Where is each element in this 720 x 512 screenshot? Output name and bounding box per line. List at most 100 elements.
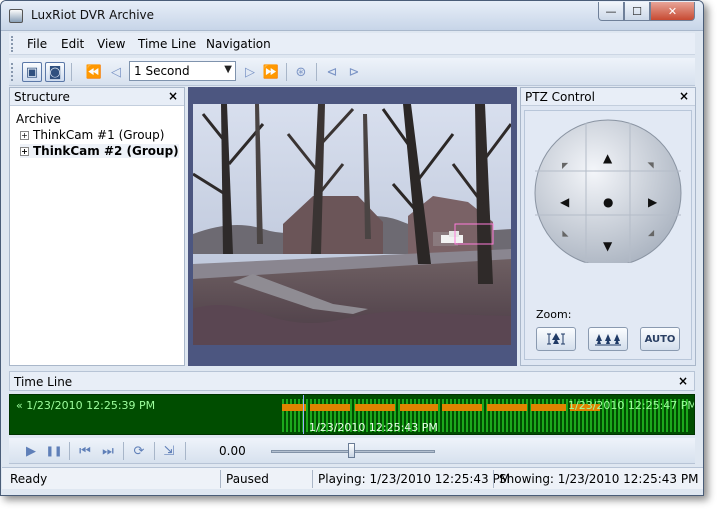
activity-stripe — [526, 399, 528, 432]
loop-icon[interactable]: ⟳ — [129, 441, 149, 461]
camera-video-frame[interactable] — [193, 104, 511, 345]
activity-stripe — [298, 399, 300, 432]
tree-group-2[interactable]: + ThinkCam #2 (Group) — [20, 144, 179, 158]
status-playing: Playing: 1/23/2010 12:25:43 PM — [318, 472, 511, 486]
structure-close-icon[interactable]: × — [168, 89, 178, 103]
activity-stripe — [486, 399, 488, 432]
maximize-button[interactable]: ☐ — [624, 2, 650, 21]
timeline-start-label[interactable]: « 1/23/2010 12:25:39 PM — [16, 399, 155, 412]
ptz-left-icon[interactable]: ◀ — [560, 195, 569, 209]
timeline-end-label[interactable]: 1/23/2010 12:25:47 PM » — [568, 399, 694, 412]
playback-separator — [69, 442, 70, 460]
playback-position: 0.00 — [219, 444, 246, 458]
pause-icon[interactable]: ❚❚ — [44, 441, 64, 461]
menu-edit[interactable]: Edit — [61, 37, 84, 51]
activity-stripe — [466, 399, 468, 432]
menu-view[interactable]: View — [97, 37, 125, 51]
speed-select[interactable]: 1 Second ▼ — [129, 61, 236, 81]
activity-stripe — [510, 399, 512, 432]
ptz-down-right-icon[interactable]: ◤ — [648, 229, 654, 238]
motion-segment — [355, 404, 395, 411]
ptz-up-left-icon[interactable]: ◤ — [562, 161, 568, 170]
multi-view-icon[interactable]: ◙ — [45, 62, 65, 82]
tree-group-label: ThinkCam #1 (Group) — [33, 128, 165, 142]
menu-file[interactable]: File — [27, 37, 47, 51]
menu-navigation[interactable]: Navigation — [206, 37, 271, 51]
zoom-out-icon — [595, 334, 621, 346]
expand-icon[interactable]: + — [20, 131, 29, 140]
step-forward-icon[interactable]: ▷ — [240, 62, 260, 82]
export-icon[interactable]: ⇲ — [159, 441, 179, 461]
ptz-down-icon[interactable]: ▼ — [603, 239, 612, 253]
zoom-in-button[interactable] — [536, 327, 576, 351]
tree-root-archive[interactable]: Archive — [16, 112, 61, 126]
playback-separator — [123, 442, 124, 460]
play-icon[interactable]: ▶ — [21, 441, 41, 461]
toolbar: ▣ ◙ ⏪ ◁ 1 Second ▼ ▷ ⏩ ⊛ ⊲ ⊳ — [9, 58, 695, 86]
zoom-in-icon — [547, 333, 565, 345]
structure-panel: Structure × Archive + ThinkCam #1 (Group)… — [9, 87, 185, 366]
next-frame-icon[interactable]: ⏭ — [98, 441, 118, 461]
activity-stripe — [522, 399, 524, 432]
timeline-cursor[interactable] — [303, 395, 304, 434]
video-area — [188, 87, 517, 366]
activity-stripe — [290, 399, 292, 432]
activity-stripe — [498, 399, 500, 432]
previous-frame-icon[interactable]: ⏮ — [75, 441, 95, 461]
toolbar-grip[interactable] — [11, 63, 14, 81]
activity-stripe — [502, 399, 504, 432]
playback-separator — [154, 442, 155, 460]
ptz-down-left-icon[interactable]: ◤ — [561, 230, 570, 236]
ptz-home-icon[interactable]: ● — [603, 195, 613, 209]
tree-group-1[interactable]: + ThinkCam #1 (Group) — [20, 128, 164, 142]
expand-icon[interactable]: + — [20, 147, 29, 156]
ptz-header: PTZ Control × — [521, 88, 695, 106]
camera-scene-image — [193, 104, 511, 345]
playback-bar: ▶ ❚❚ ⏮ ⏭ ⟳ ⇲ 0.00 — [9, 438, 695, 464]
status-divider — [312, 470, 313, 488]
ptz-right-icon[interactable]: ▶ — [648, 195, 657, 209]
timeline-track[interactable]: « 1/23/2010 12:25:39 PM 1/23/2010 12:25:… — [9, 394, 695, 435]
activity-stripe — [438, 399, 440, 432]
activity-stripe — [506, 399, 508, 432]
ptz-up-icon[interactable]: ▲ — [603, 151, 612, 165]
playback-slider-thumb[interactable] — [348, 443, 355, 458]
camera-icon[interactable]: ⊛ — [291, 62, 311, 82]
menu-bar: File Edit View Time Line Navigation — [9, 33, 695, 55]
timeline-close-icon[interactable]: × — [678, 374, 688, 388]
activity-stripe — [490, 399, 492, 432]
activity-stripe — [482, 399, 484, 432]
chevron-down-icon: ▼ — [224, 64, 232, 75]
menu-grip[interactable] — [11, 36, 14, 52]
activity-stripe — [474, 399, 476, 432]
menu-time-line[interactable]: Time Line — [138, 37, 196, 51]
ptz-close-icon[interactable]: × — [679, 89, 689, 103]
activity-stripe — [514, 399, 516, 432]
zoom-out-button[interactable] — [588, 327, 628, 351]
toolbar-separator — [71, 63, 72, 81]
close-button[interactable]: ✕ — [650, 2, 695, 21]
ptz-up-right-icon[interactable]: ◤ — [647, 162, 656, 168]
status-state: Ready — [10, 472, 48, 486]
zoom-auto-button[interactable]: AUTO — [640, 327, 680, 351]
activity-stripe — [458, 399, 460, 432]
activity-stripe — [494, 399, 496, 432]
title-bar[interactable]: LuxRiot DVR Archive — ☐ ✕ — [1, 1, 703, 31]
fast-rewind-icon[interactable]: ⏪ — [84, 62, 104, 82]
single-view-icon[interactable]: ▣ — [22, 62, 42, 82]
toolbar-separator — [286, 63, 287, 81]
motion-segment — [400, 404, 438, 411]
activity-stripe — [530, 399, 532, 432]
previous-event-icon[interactable]: ⊲ — [322, 62, 342, 82]
activity-stripe — [442, 399, 444, 432]
activity-stripe — [282, 399, 284, 432]
ptz-controls: ▲ ▼ ◀ ▶ ● ◤ ◤ ◤ ◤ Zoom: AUTO — [524, 110, 692, 360]
minimize-button[interactable]: — — [598, 2, 624, 21]
step-back-icon[interactable]: ◁ — [106, 62, 126, 82]
next-event-icon[interactable]: ⊳ — [344, 62, 364, 82]
motion-segment — [487, 404, 527, 411]
activity-stripe — [554, 399, 556, 432]
fast-forward-icon[interactable]: ⏩ — [261, 62, 281, 82]
activity-stripe — [478, 399, 480, 432]
activity-stripe — [454, 399, 456, 432]
